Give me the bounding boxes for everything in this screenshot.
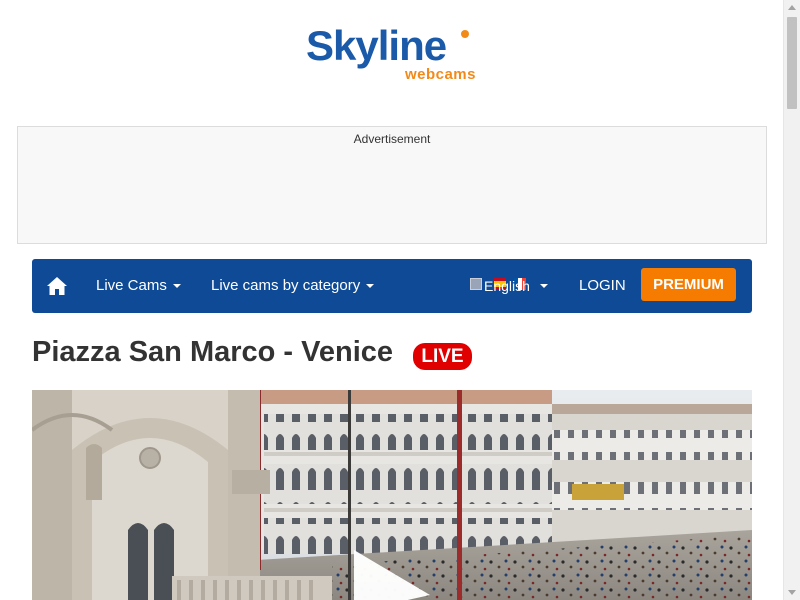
webcam-preview-image	[32, 390, 752, 600]
webcam-player[interactable]	[32, 390, 752, 600]
vertical-scrollbar[interactable]	[783, 0, 800, 600]
page-title: Piazza San Marco - Venice	[32, 336, 394, 368]
logo-dot	[461, 30, 469, 38]
caret-down-icon	[366, 284, 375, 289]
logo-subtitle: webcams	[404, 66, 476, 83]
nav-live-cams-by-category[interactable]: Live cams by category	[211, 259, 375, 313]
language-label: English	[484, 278, 530, 295]
home-icon[interactable]	[46, 276, 68, 296]
advertisement-box: Advertisement	[17, 126, 767, 244]
language-selector[interactable]: English	[470, 259, 548, 313]
live-badge: LIVE	[413, 343, 472, 370]
nav-live-cams[interactable]: Live Cams	[96, 259, 181, 313]
scrollbar-thumb[interactable]	[787, 17, 797, 109]
premium-button[interactable]: PREMIUM	[641, 268, 736, 301]
scroll-up-arrow-icon[interactable]	[788, 5, 796, 10]
logo-wordmark: Skyline	[306, 22, 447, 69]
main-navbar: Live Cams Live cams by category English …	[32, 259, 752, 313]
scroll-down-arrow-icon[interactable]	[788, 590, 796, 595]
language-flags: English	[470, 276, 534, 296]
nav-live-cams-label: Live Cams	[96, 277, 167, 294]
skyline-webcams-logo[interactable]: Skyline webcams	[306, 22, 478, 86]
nav-category-label: Live cams by category	[211, 277, 361, 294]
login-link[interactable]: LOGIN	[579, 259, 626, 313]
site-header: Skyline webcams	[0, 0, 783, 110]
advertisement-label: Advertisement	[353, 132, 431, 146]
caret-down-icon	[540, 284, 548, 289]
flag-en-icon	[470, 278, 482, 291]
caret-down-icon	[172, 284, 181, 289]
